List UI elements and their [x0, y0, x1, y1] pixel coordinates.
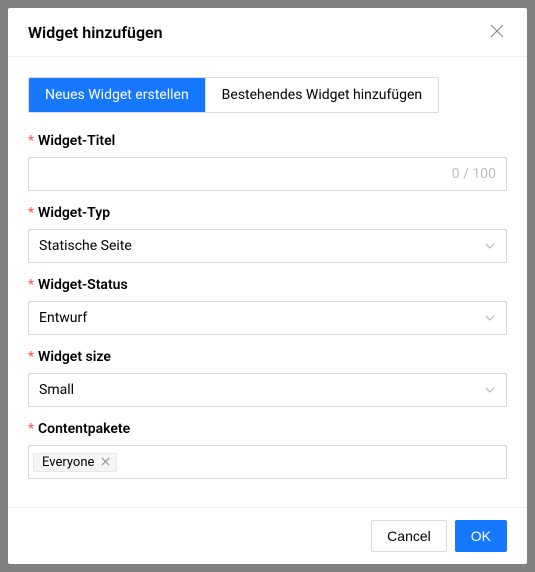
widget-status-select[interactable]: Entwurf [28, 301, 507, 335]
widget-title-input[interactable] [39, 166, 452, 182]
chevron-down-icon [484, 384, 496, 396]
field-widget-title: *Widget-Titel 0 / 100 [28, 133, 507, 191]
widget-type-select[interactable]: Statische Seite [28, 229, 507, 263]
tag-everyone: Everyone [33, 453, 117, 472]
ok-button[interactable]: OK [455, 520, 507, 552]
modal-title: Widget hinzufügen [28, 23, 163, 42]
tab-create-new[interactable]: Neues Widget erstellen [29, 78, 205, 112]
modal-header: Widget hinzufügen [8, 8, 527, 56]
close-icon [490, 23, 504, 42]
add-widget-modal: Widget hinzufügen Neues Widget erstellen… [8, 8, 527, 564]
content-packages-select[interactable]: Everyone [28, 445, 507, 479]
close-button[interactable] [487, 22, 507, 42]
cancel-button[interactable]: Cancel [371, 520, 447, 552]
field-widget-size: *Widget size Small [28, 349, 507, 407]
widget-size-value: Small [39, 382, 484, 398]
widget-type-value: Statische Seite [39, 238, 484, 254]
field-widget-type: *Widget-Typ Statische Seite [28, 205, 507, 263]
widget-status-label: *Widget-Status [28, 277, 507, 293]
tag-label: Everyone [42, 455, 94, 470]
tab-group: Neues Widget erstellen Bestehendes Widge… [28, 77, 439, 113]
widget-size-select[interactable]: Small [28, 373, 507, 407]
widget-title-input-wrap[interactable]: 0 / 100 [28, 157, 507, 191]
field-widget-status: *Widget-Status Entwurf [28, 277, 507, 335]
tab-add-existing[interactable]: Bestehendes Widget hinzufügen [205, 78, 438, 112]
chevron-down-icon [484, 312, 496, 324]
modal-footer: Cancel OK [8, 507, 527, 564]
close-icon [101, 455, 110, 470]
widget-type-label: *Widget-Typ [28, 205, 507, 221]
widget-title-label: *Widget-Titel [28, 133, 507, 149]
widget-status-value: Entwurf [39, 310, 484, 326]
content-packages-label: *Contentpakete [28, 421, 507, 437]
modal-body: Neues Widget erstellen Bestehendes Widge… [8, 56, 527, 507]
chevron-down-icon [484, 240, 496, 252]
tag-remove-button[interactable] [98, 455, 112, 469]
widget-title-count: 0 / 100 [452, 166, 496, 182]
field-content-packages: *Contentpakete Everyone [28, 421, 507, 479]
widget-size-label: *Widget size [28, 349, 507, 365]
